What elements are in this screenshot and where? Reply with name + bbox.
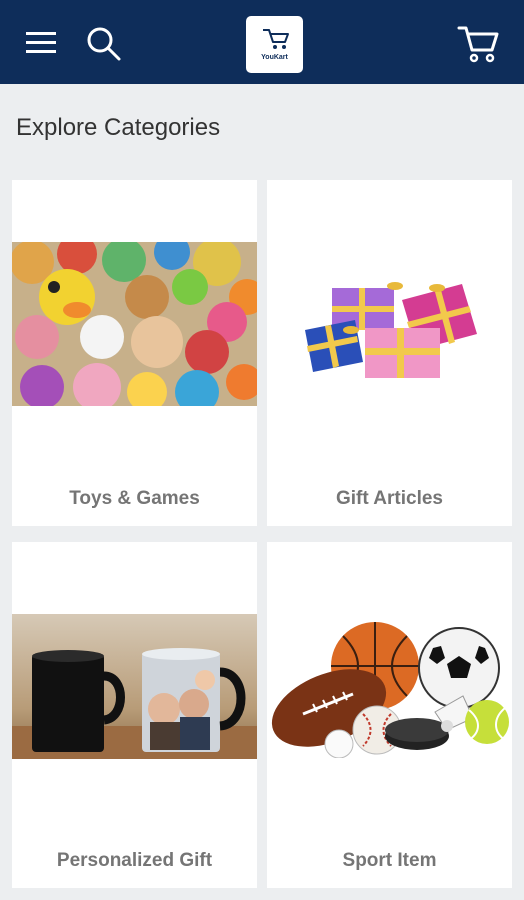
logo-text: YouKart bbox=[261, 54, 288, 61]
category-label: Sport Item bbox=[342, 850, 437, 871]
gifts-image bbox=[267, 242, 512, 406]
category-card-sport[interactable]: Sport Item bbox=[267, 542, 512, 888]
category-label: Gift Articles bbox=[336, 488, 443, 509]
category-label: Personalized Gift bbox=[56, 850, 213, 871]
menu-icon[interactable] bbox=[24, 28, 58, 56]
app-logo[interactable]: YouKart bbox=[246, 16, 303, 73]
sports-image bbox=[267, 618, 512, 758]
logo-cart-icon bbox=[263, 29, 289, 49]
mugs-image bbox=[12, 614, 257, 759]
category-card-toys[interactable]: Toys & Games bbox=[12, 180, 257, 526]
category-card-personalized[interactable]: Personalized Gift bbox=[12, 542, 257, 888]
section-title: Explore Categories bbox=[16, 114, 221, 141]
app-bar: YouKart bbox=[0, 0, 524, 84]
search-icon[interactable] bbox=[84, 24, 124, 64]
cart-icon[interactable] bbox=[456, 22, 500, 66]
category-label: Toys & Games bbox=[69, 488, 200, 509]
toys-image bbox=[12, 242, 257, 406]
category-card-gifts[interactable]: Gift Articles bbox=[267, 180, 512, 526]
